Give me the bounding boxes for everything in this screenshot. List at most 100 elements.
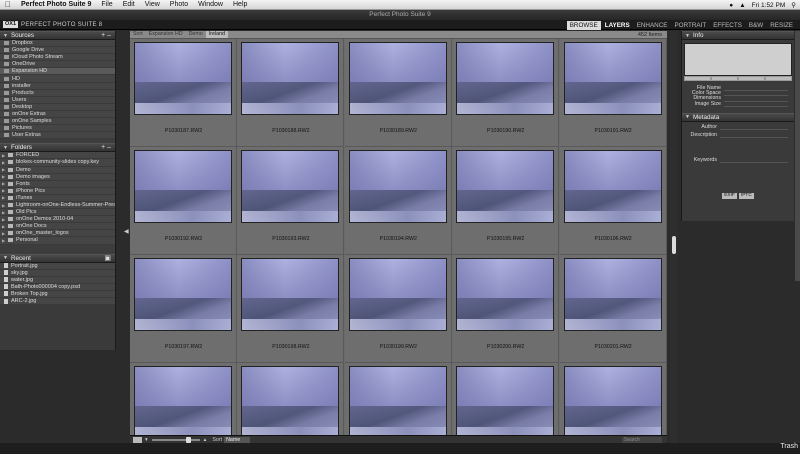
source-item-products[interactable]: Products: [0, 90, 115, 97]
photo-thumbnail[interactable]: [241, 150, 340, 223]
menu-window[interactable]: Window: [193, 1, 228, 8]
source-item-dropbox[interactable]: Dropbox: [0, 40, 115, 48]
module-browse[interactable]: BROWSE: [566, 20, 601, 30]
zoom-out-icon[interactable]: ▾: [145, 437, 148, 443]
recent-item-sky-jpg[interactable]: sky.jpg: [0, 270, 115, 277]
folder-item-lightroom-onone-endless-summer-preset[interactable]: ▶ Lightroom-onOne-Endless-Summer-Preset..…: [0, 202, 115, 210]
folder-item-blokes-community-slides-copy-key[interactable]: ▶ blokes-community-slides copy.key: [0, 159, 115, 167]
menubar-clock[interactable]: Fri 1:52 PM: [752, 2, 786, 9]
thumbnail-cell[interactable]: [559, 363, 667, 435]
iptc-tab[interactable]: IPTC: [738, 193, 754, 200]
path-ireland[interactable]: Ireland: [205, 31, 228, 38]
thumbnail-cell[interactable]: P1030194.RW2: [344, 147, 452, 255]
scrollbar-thumb[interactable]: [672, 236, 676, 254]
wifi-icon[interactable]: ●: [729, 2, 733, 9]
thumbnail-cell[interactable]: P1030188.RW2: [237, 39, 345, 147]
info-tab[interactable]: [765, 76, 792, 81]
module-resize[interactable]: RESIZE: [767, 21, 796, 30]
metadata-header[interactable]: ▼ Metadata: [682, 112, 794, 122]
panel-collapse-handle[interactable]: ◀: [124, 228, 129, 240]
source-item-onedrive[interactable]: OneDrive: [0, 61, 115, 69]
info-tab[interactable]: [738, 76, 765, 81]
disclosure-triangle-icon[interactable]: ▶: [0, 160, 7, 165]
disclosure-triangle-icon[interactable]: ▶: [0, 217, 7, 222]
disclosure-triangle-icon[interactable]: ▶: [0, 224, 7, 229]
collapse-triangle-icon[interactable]: ▼: [3, 145, 8, 151]
photo-thumbnail[interactable]: [348, 258, 447, 331]
source-item-google-drive[interactable]: Google Drive: [0, 47, 115, 55]
source-item-icloud-photo-stream[interactable]: iCloud Photo Stream: [0, 54, 115, 62]
thumbnail-size-slider[interactable]: [151, 436, 200, 443]
menu-photo[interactable]: Photo: [165, 1, 193, 8]
folders-header[interactable]: ▼ Folders + –: [0, 143, 115, 153]
folder-item-fonts[interactable]: ▶ Fonts: [0, 181, 115, 188]
recent-item-bath-photo000004-copy-psd[interactable]: Bath-Photo000004 copy.psd: [0, 284, 115, 291]
collapse-triangle-icon[interactable]: ▼: [3, 255, 8, 261]
thumbnail-cell[interactable]: P1030199.RW2: [344, 255, 452, 363]
disclosure-triangle-icon[interactable]: ▶: [0, 210, 7, 215]
disclosure-triangle-icon[interactable]: ▶: [0, 231, 7, 236]
grid-view-icon[interactable]: [133, 436, 142, 443]
source-item-hd[interactable]: HD: [0, 75, 115, 83]
folder-item-demo-images[interactable]: ▶ Demo images: [0, 174, 115, 181]
thumbnail-cell[interactable]: [452, 363, 560, 435]
photo-thumbnail[interactable]: [563, 366, 662, 435]
disclosure-triangle-icon[interactable]: ▶: [0, 203, 7, 208]
recent-item-portrait-jpg[interactable]: Portrait.jpg: [0, 263, 115, 270]
zoom-in-icon[interactable]: ▴: [204, 437, 207, 443]
browser-scrollbar[interactable]: [670, 31, 678, 443]
photo-thumbnail[interactable]: [456, 258, 555, 331]
folder-item-itunes[interactable]: ▶ iTunes: [0, 195, 115, 202]
thumbnail-cell[interactable]: [237, 363, 345, 435]
collapse-triangle-icon[interactable]: ▼: [3, 33, 8, 39]
disclosure-triangle-icon[interactable]: ▶: [0, 167, 7, 172]
photo-thumbnail[interactable]: [348, 366, 447, 435]
module-enhance[interactable]: ENHANCE: [634, 21, 671, 30]
module-bw[interactable]: B&W: [746, 21, 766, 30]
search-icon[interactable]: ⚲: [791, 1, 796, 9]
photo-thumbnail[interactable]: [563, 258, 662, 331]
info-tab[interactable]: [684, 76, 711, 81]
photo-thumbnail[interactable]: [456, 150, 555, 223]
meta-keywords[interactable]: Keywords: [682, 157, 794, 164]
meta-description[interactable]: Description: [682, 132, 794, 139]
thumbnail-cell[interactable]: P1030197.RW2: [130, 255, 237, 363]
folder-item-onone-demos-2010-04[interactable]: ▶ onOne Demos 2010-04: [0, 216, 115, 224]
source-item-onone-samples[interactable]: onOne Samples: [0, 118, 115, 126]
recent-item-arc-2-jpg[interactable]: ARC-2.jpg: [0, 298, 115, 306]
thumbnail-cell[interactable]: P1030192.RW2: [130, 147, 237, 255]
photo-thumbnail[interactable]: [241, 366, 340, 435]
photo-thumbnail[interactable]: [134, 42, 232, 115]
thumbnail-cell[interactable]: P1030195.RW2: [452, 147, 560, 255]
thumbnail-cell[interactable]: P1030198.RW2: [237, 255, 345, 363]
folder-item-old-pics[interactable]: ▶ Old Pics: [0, 209, 115, 217]
module-portrait[interactable]: PORTRAIT: [671, 21, 709, 30]
recent-item-water-jpg[interactable]: water.jpg: [0, 277, 115, 284]
disclosure-triangle-icon[interactable]: ▶: [0, 238, 7, 243]
trash-label[interactable]: Trash: [780, 443, 798, 450]
collapse-triangle-icon[interactable]: ▼: [685, 114, 690, 120]
thumbnail-cell[interactable]: P1030200.RW2: [452, 255, 560, 363]
thumbnail-cell[interactable]: P1030201.RW2: [559, 255, 667, 363]
thumbnail-cell[interactable]: P1030193.RW2: [237, 147, 345, 255]
photo-thumbnail[interactable]: [563, 42, 662, 115]
menu-edit[interactable]: Edit: [118, 1, 140, 8]
sources-header[interactable]: ▼ Sources + –: [0, 31, 115, 40]
trash-icon[interactable]: ▣: [104, 255, 111, 263]
thumbnail-cell[interactable]: P1030187.RW2: [130, 39, 237, 147]
thumbnail-cell[interactable]: P1030196.RW2: [559, 147, 667, 255]
module-layers[interactable]: LAYERS: [602, 21, 633, 30]
source-item-user-extras[interactable]: User Extras: [0, 132, 115, 140]
source-item-installer[interactable]: installer: [0, 83, 115, 90]
meta-author[interactable]: Author: [682, 124, 794, 131]
path-sort[interactable]: Sort: [130, 31, 146, 38]
sort-select[interactable]: Name: [224, 436, 251, 443]
source-item-pictures[interactable]: Pictures: [0, 125, 115, 133]
disclosure-triangle-icon[interactable]: ▶: [0, 181, 7, 186]
source-item-users[interactable]: Users: [0, 97, 115, 104]
thumbnail-cell[interactable]: [344, 363, 452, 435]
disclosure-triangle-icon[interactable]: ▶: [0, 195, 7, 200]
disclosure-triangle-icon[interactable]: ▶: [0, 174, 7, 179]
photo-thumbnail[interactable]: [134, 150, 232, 223]
disclosure-triangle-icon[interactable]: ▶: [0, 188, 7, 193]
